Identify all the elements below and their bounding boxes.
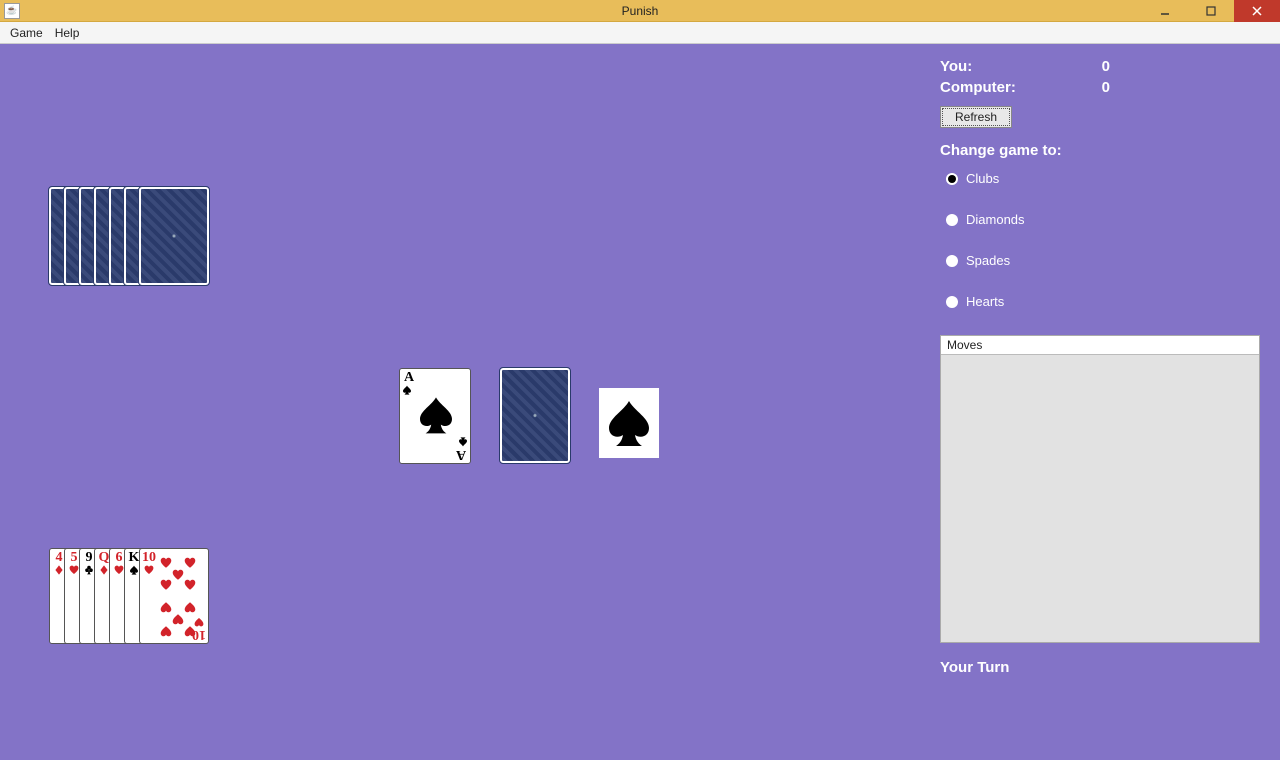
- window-title: Punish: [622, 4, 659, 18]
- current-suit-indicator: [599, 388, 659, 458]
- radio-hearts[interactable]: Hearts: [946, 294, 1260, 309]
- card-pips: [156, 555, 196, 639]
- close-button[interactable]: [1234, 0, 1280, 22]
- spade-icon: [604, 395, 654, 451]
- menu-help[interactable]: Help: [49, 24, 86, 42]
- radio-label: Spades: [966, 253, 1010, 268]
- player-card[interactable]: 10 10: [139, 548, 209, 644]
- radio-diamonds[interactable]: Diamonds: [946, 212, 1260, 227]
- score-computer: Computer: 0: [940, 79, 1110, 96]
- radio-dot-icon: [946, 173, 958, 185]
- radio-dot-icon: [946, 296, 958, 308]
- radio-label: Clubs: [966, 171, 999, 186]
- suit-radio-group: Clubs Diamonds Spades Hearts: [940, 171, 1260, 309]
- score-you: You: 0: [940, 58, 1110, 75]
- minimize-button[interactable]: [1142, 0, 1188, 22]
- refresh-button[interactable]: Refresh: [940, 106, 1012, 128]
- draw-pile[interactable]: [500, 368, 570, 463]
- moves-header: Moves: [941, 336, 1259, 355]
- side-panel: You: 0 Computer: 0 Refresh Change game t…: [940, 58, 1260, 676]
- you-score: 0: [1102, 58, 1110, 75]
- card-rank-bottom: A: [454, 437, 468, 461]
- titlebar: ☕ Punish: [0, 0, 1280, 22]
- radio-dot-icon: [946, 255, 958, 267]
- radio-dot-icon: [946, 214, 958, 226]
- computer-score: 0: [1102, 79, 1110, 96]
- radio-spades[interactable]: Spades: [946, 253, 1260, 268]
- menubar: Game Help: [0, 22, 1280, 44]
- card-rank-bottom: 10: [192, 613, 206, 641]
- radio-label: Diamonds: [966, 212, 1025, 227]
- turn-label: Your Turn: [940, 659, 1260, 676]
- card-rank: A: [402, 371, 416, 395]
- opponent-card-back: [139, 187, 209, 285]
- maximize-button[interactable]: [1188, 0, 1234, 22]
- you-label: You:: [940, 58, 972, 75]
- window-controls: [1142, 0, 1280, 22]
- radio-clubs[interactable]: Clubs: [946, 171, 1260, 186]
- change-game-label: Change game to:: [940, 142, 1260, 159]
- card-rank: 10: [142, 551, 156, 579]
- moves-list[interactable]: Moves: [940, 335, 1260, 643]
- spade-icon: [416, 393, 456, 437]
- game-area: You: 0 Computer: 0 Refresh Change game t…: [0, 44, 1280, 760]
- computer-label: Computer:: [940, 79, 1016, 96]
- menu-game[interactable]: Game: [4, 24, 49, 42]
- java-icon: ☕: [4, 3, 20, 19]
- discard-pile[interactable]: A A: [399, 368, 471, 464]
- radio-label: Hearts: [966, 294, 1004, 309]
